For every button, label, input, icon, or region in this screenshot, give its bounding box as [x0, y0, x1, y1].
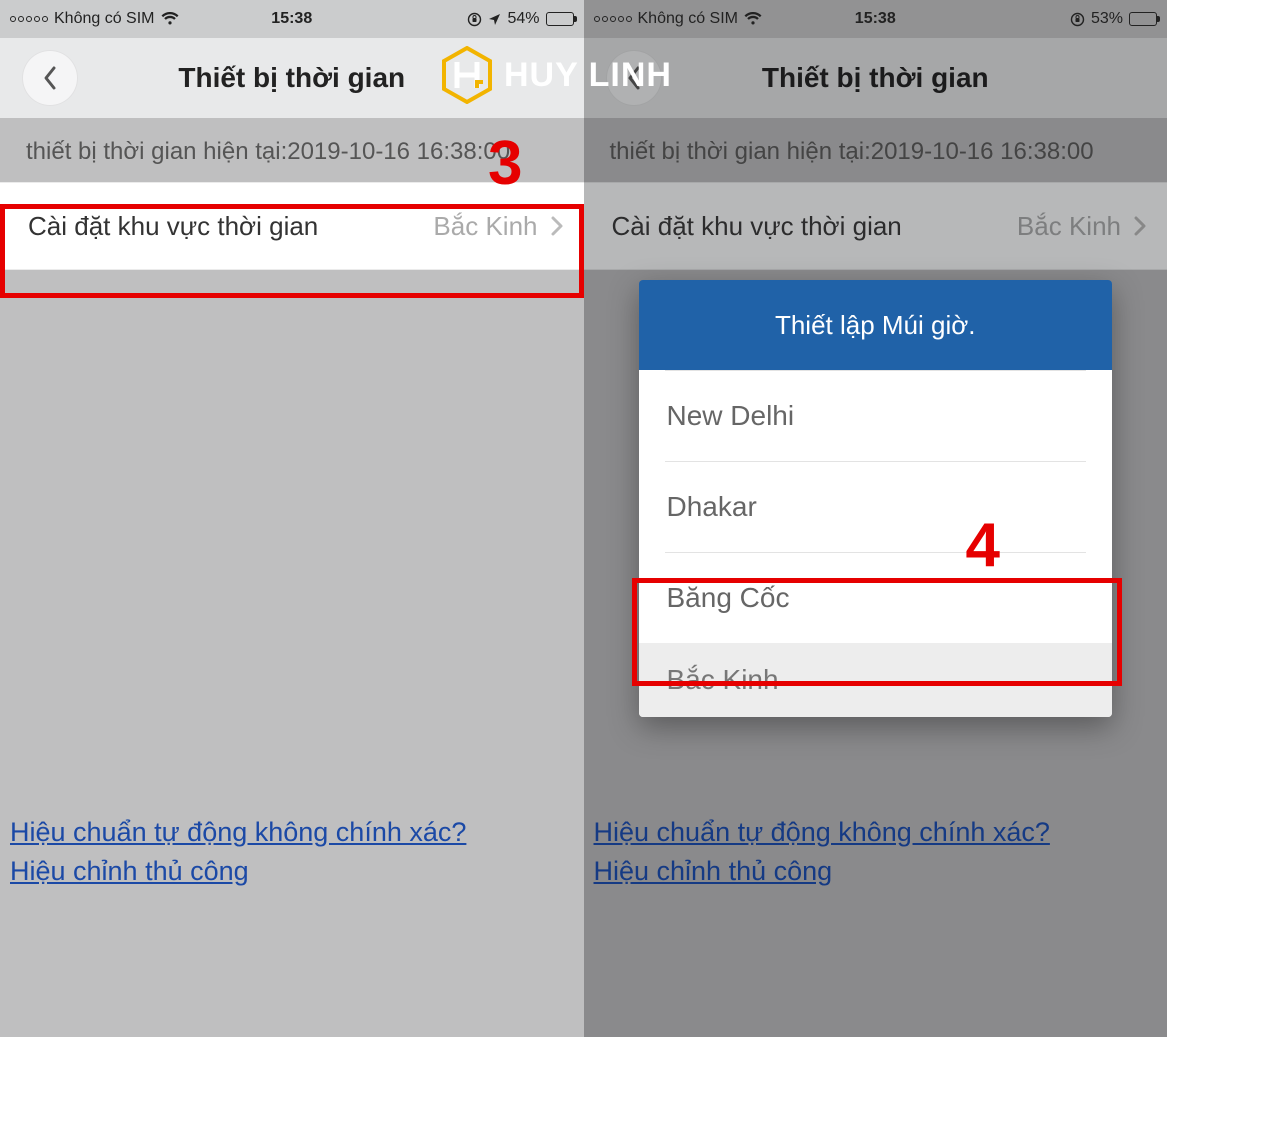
status-time: 15:38: [855, 10, 896, 28]
carrier-text: Không có SIM: [638, 10, 739, 28]
wifi-icon: [744, 12, 762, 26]
status-bar: Không có SIM 15:38 53%: [584, 0, 1168, 38]
screenshot-step-3: Không có SIM 15:38 54% Thiết: [0, 0, 584, 1037]
chevron-right-icon: [1133, 215, 1147, 237]
cellular-signal-icon: [594, 16, 632, 22]
location-icon: [488, 13, 501, 26]
timezone-option-newdelhi[interactable]: New Delhi: [639, 371, 1113, 461]
wifi-icon: [161, 12, 179, 26]
device-time-info: thiết bị thời gian hiện tại:2019-10-16 1…: [584, 136, 1168, 182]
chevron-right-icon: [550, 215, 564, 237]
sheet-title: Thiết lập Múi giờ.: [639, 280, 1113, 370]
cellular-signal-icon: [10, 16, 48, 22]
logo-icon: [440, 46, 494, 104]
row-label: Cài đặt khu vực thời gian: [612, 211, 902, 242]
timezone-option-bangkok[interactable]: Băng Cốc: [639, 553, 1113, 643]
page-title: Thiết bị thời gian: [178, 62, 405, 94]
logo-text: HUY LINH: [504, 56, 672, 95]
back-button[interactable]: [22, 50, 78, 106]
battery-icon: [546, 12, 574, 26]
watermark-logo: HUY LINH: [440, 46, 672, 104]
screenshot-step-4: Không có SIM 15:38 53% Thiết bị thời gia…: [584, 0, 1168, 1037]
battery-icon: [1129, 12, 1157, 26]
timezone-setting-row[interactable]: Cài đặt khu vực thời gian Bắc Kinh: [584, 182, 1168, 270]
manual-calibration-link[interactable]: Hiệu chuẩn tự động không chính xác? Hiệu…: [10, 813, 574, 891]
row-value: Bắc Kinh: [433, 211, 537, 242]
carrier-text: Không có SIM: [54, 10, 155, 28]
battery-percent: 53%: [1091, 10, 1123, 28]
rotation-lock-icon: [1070, 12, 1085, 27]
row-label: Cài đặt khu vực thời gian: [28, 211, 318, 242]
manual-calibration-link[interactable]: Hiệu chuẩn tự động không chính xác? Hiệu…: [594, 813, 1158, 891]
status-bar: Không có SIM 15:38 54%: [0, 0, 584, 38]
sheet-list[interactable]: New Delhi Dhakar Băng Cốc Bắc Kinh: [639, 370, 1113, 717]
status-time: 15:38: [271, 10, 312, 28]
timezone-setting-row[interactable]: Cài đặt khu vực thời gian Bắc Kinh: [0, 182, 584, 270]
battery-percent: 54%: [507, 10, 539, 28]
timezone-picker-sheet: Thiết lập Múi giờ. New Delhi Dhakar Băng…: [639, 280, 1113, 717]
timezone-option-beijing[interactable]: Bắc Kinh: [639, 643, 1113, 717]
rotation-lock-icon: [467, 12, 482, 27]
row-value: Bắc Kinh: [1017, 211, 1121, 242]
timezone-option-dhakar[interactable]: Dhakar: [639, 462, 1113, 552]
device-time-info: thiết bị thời gian hiện tại:2019-10-16 1…: [0, 136, 584, 182]
page-title: Thiết bị thời gian: [762, 62, 989, 94]
